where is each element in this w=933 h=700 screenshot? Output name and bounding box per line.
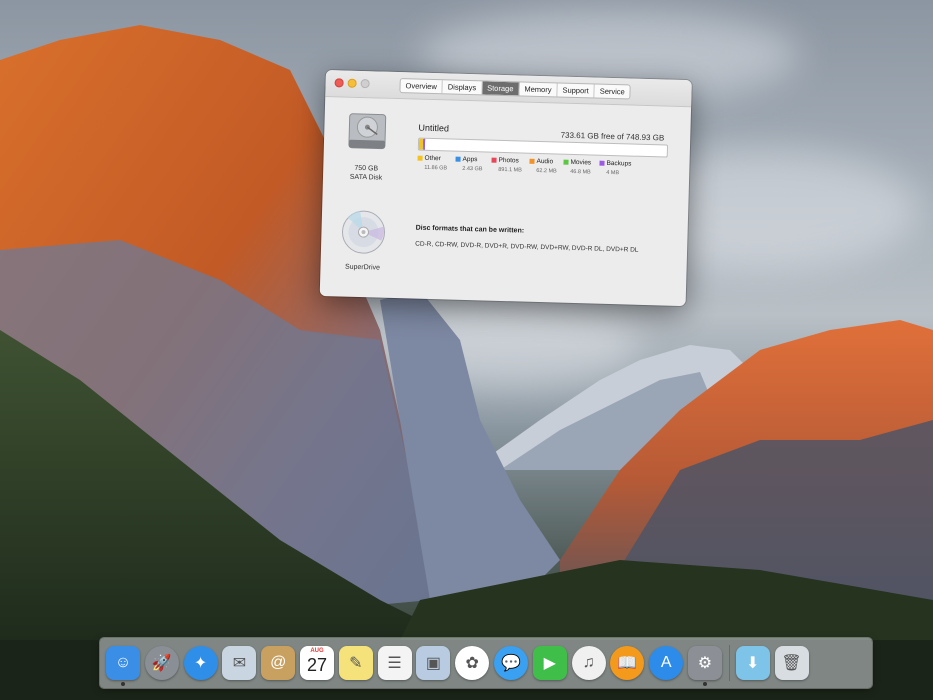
system-preferences-icon-glyph: ⚙ (697, 655, 713, 672)
legend-size: 11.86 GB (424, 164, 448, 172)
storage-bar-segment-backups (423, 138, 426, 150)
drive-name: SuperDrive (344, 263, 381, 272)
tab-support[interactable]: Support (557, 83, 595, 98)
legend-swatch (599, 160, 605, 166)
safari-icon[interactable]: ✦ (183, 646, 218, 680)
notes-icon[interactable]: ✎ (338, 646, 373, 680)
legend-swatch (529, 158, 535, 164)
disc-formats-list: CD-R, CD-RW, DVD-R, DVD+R, DVD-RW, DVD+R… (415, 240, 639, 254)
legend-size: 4 MB (606, 169, 620, 177)
legend-item-movies: Movies 46.8 MB (563, 159, 591, 176)
legend-swatch (455, 156, 461, 162)
photos-icon-glyph: ✿ (465, 655, 479, 672)
running-indicator (121, 682, 125, 686)
legend-swatch (491, 157, 497, 163)
contacts-icon[interactable]: @ (261, 646, 296, 680)
finder-icon[interactable]: ☺ (106, 646, 140, 686)
legend-label: Audio (529, 158, 557, 166)
legend-category: Audio (536, 157, 554, 166)
downloads-folder-icon-glyph: ⬇ (746, 655, 760, 672)
photos-icon[interactable]: ✿ (455, 646, 490, 680)
close-button[interactable] (334, 78, 344, 88)
tab-service[interactable]: Service (595, 85, 630, 99)
legend-label: Backups (599, 159, 632, 168)
mail-icon-glyph: ✉ (232, 655, 247, 672)
reminders-icon[interactable]: ☰ (377, 646, 412, 680)
tab-bar: Overview Displays Storage Memory Support… (399, 78, 631, 100)
legend-category: Apps (462, 155, 478, 164)
tab-overview[interactable]: Overview (400, 79, 444, 94)
finder-icon-glyph: ☺ (114, 654, 132, 671)
reminders-icon-glyph: ☰ (387, 655, 402, 672)
legend-item-backups: Backups 4 MB (599, 159, 632, 177)
tab-storage[interactable]: Storage (481, 81, 520, 96)
disc-formats-title: Disc formats that can be written: (415, 224, 525, 235)
preview-icon[interactable]: ▣ (416, 646, 451, 680)
mail-icon[interactable]: ✉ (222, 646, 257, 680)
legend-swatch (417, 155, 423, 161)
disk-name: Untitled (418, 122, 450, 134)
contacts-icon-glyph: @ (270, 654, 287, 671)
legend-swatch (563, 159, 569, 165)
zoom-button[interactable] (360, 78, 370, 89)
legend-category: Backups (606, 159, 632, 168)
calendar-day: 27 (306, 655, 327, 675)
legend-label: Apps (455, 156, 482, 164)
trash-icon[interactable]: 🗑 (774, 646, 809, 680)
legend-size: 46.8 MB (570, 168, 591, 176)
legend-size: 62.2 MB (536, 167, 557, 175)
hard-disk-icon (348, 113, 387, 150)
disk-type: SATA Disk (349, 173, 383, 182)
app-store-icon[interactable]: A (649, 646, 684, 680)
launchpad-icon-glyph: 🚀 (151, 655, 172, 672)
system-preferences-icon[interactable]: ⚙ (687, 646, 722, 686)
ibooks-icon-glyph: 📖 (617, 655, 638, 672)
downloads-folder-icon[interactable]: ⬇ (735, 646, 770, 680)
storage-legend: Other 11.86 GB Apps 2.43 GB Photos 891.1 MB Au… (417, 155, 678, 186)
safari-icon-glyph: ✦ (193, 655, 208, 672)
minimize-button[interactable] (347, 78, 357, 88)
launchpad-icon[interactable]: 🚀 (144, 646, 179, 680)
legend-category: Photos (498, 156, 519, 165)
itunes-icon[interactable]: ♫ (571, 646, 606, 680)
legend-item-audio: Audio 62.2 MB (529, 158, 557, 175)
disk-caption: 750 GB SATA Disk (337, 163, 395, 183)
app-store-icon-glyph: A (660, 654, 672, 671)
dock-separator (728, 645, 730, 681)
notes-icon-glyph: ✎ (349, 655, 363, 672)
itunes-icon-glyph: ♫ (582, 654, 595, 671)
ibooks-icon[interactable]: 📖 (610, 646, 645, 680)
legend-item-apps: Apps 2.43 GB (455, 156, 483, 173)
dock: ☺ 🚀 ✦ ✉ @ AUG 27 ✎ ☰ ▣ ✿ 💬 ▶ ♫ 📖 A ⚙ ⬇ 🗑 (100, 638, 872, 688)
optical-disc-icon (341, 210, 385, 254)
tab-memory[interactable]: Memory (519, 82, 558, 97)
trash-icon-glyph: 🗑 (781, 655, 802, 672)
calendar-month: AUG (310, 648, 324, 654)
legend-size: 891.1 MB (498, 166, 522, 174)
legend-category: Movies (570, 158, 592, 167)
tab-displays[interactable]: Displays (442, 80, 483, 95)
facetime-icon-glyph: ▶ (543, 655, 556, 672)
legend-category: Other (424, 154, 441, 163)
messages-icon-glyph: 💬 (501, 655, 521, 672)
messages-icon[interactable]: 💬 (493, 646, 528, 680)
legend-item-other: Other 11.86 GB (417, 155, 448, 172)
legend-size: 2.43 GB (462, 165, 483, 173)
calendar-icon[interactable]: AUG 27 (299, 646, 334, 680)
facetime-icon[interactable]: ▶ (532, 646, 567, 680)
about-this-mac-window: Overview Displays Storage Memory Support… (319, 70, 692, 307)
legend-label: Other (417, 155, 447, 163)
storage-panel: 750 GB SATA Disk Untitled 733.61 GB free… (320, 97, 691, 306)
preview-icon-glyph: ▣ (425, 655, 441, 672)
legend-label: Movies (563, 158, 592, 167)
disk-free-space: 733.61 GB free of 748.93 GB (560, 130, 665, 143)
legend-label: Photos (491, 157, 522, 165)
legend-item-photos: Photos 891.1 MB (491, 157, 522, 174)
running-indicator (702, 682, 707, 686)
